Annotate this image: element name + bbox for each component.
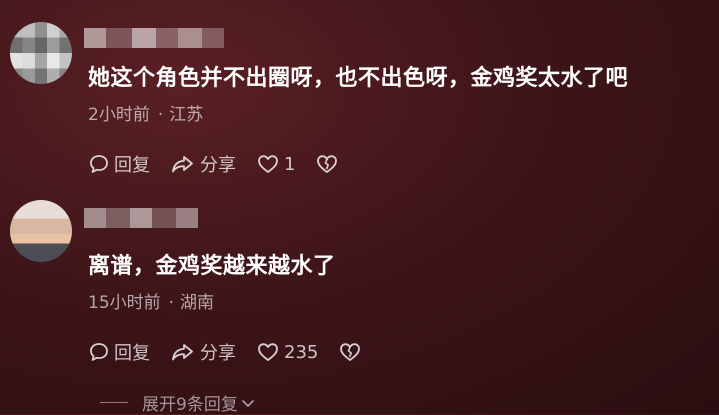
meta-separator: ·	[157, 105, 164, 125]
avatar[interactable]	[10, 22, 72, 84]
reply-button[interactable]: 回复	[88, 339, 150, 365]
reply-label: 回复	[114, 343, 150, 364]
share-button[interactable]: 分享	[170, 151, 236, 177]
reply-label: 回复	[114, 155, 150, 176]
like-count: 1	[284, 153, 296, 175]
reply-button[interactable]: 回复	[88, 151, 150, 177]
broken-heart-icon	[317, 155, 338, 173]
like-count: 235	[284, 341, 319, 363]
share-button[interactable]: 分享	[170, 339, 236, 365]
comment-item: 离谱，金鸡奖越来越水了 15小时前 · 湖南 回复 分享 235	[0, 190, 719, 380]
like-button[interactable]: 1	[256, 153, 295, 175]
dislike-button[interactable]	[338, 341, 366, 363]
username-blurred[interactable]	[84, 28, 224, 48]
like-button[interactable]: 235	[256, 341, 318, 363]
username-blurred[interactable]	[84, 208, 198, 228]
comment-time: 2小时前	[88, 105, 150, 125]
comment-text[interactable]: 她这个角色并不出圈呀，也不出色呀，金鸡奖太水了吧	[88, 64, 628, 94]
avatar[interactable]	[10, 200, 72, 262]
comment-section: 她这个角色并不出圈呀，也不出色呀，金鸡奖太水了吧 2小时前·江苏 回复 分享	[0, 0, 719, 415]
share-arrow-icon	[172, 344, 193, 361]
broken-heart-icon	[340, 343, 361, 361]
comment-text[interactable]: 离谱，金鸡奖越来越水了	[88, 252, 336, 282]
chevron-down-icon	[242, 399, 254, 407]
expand-divider	[100, 402, 128, 403]
meta-separator: ·	[168, 293, 175, 313]
comment-item: 她这个角色并不出圈呀，也不出色呀，金鸡奖太水了吧 2小时前 ·江苏 回复 分享	[0, 0, 719, 190]
share-label: 分享	[200, 343, 236, 364]
share-arrow-icon	[172, 156, 193, 173]
comment-actions: 回复 分享 1	[88, 150, 363, 178]
comment-location: 江苏	[169, 105, 204, 125]
comment-actions: 回复 分享 235	[88, 338, 386, 366]
comment-meta: 2小时前 · 江苏	[88, 104, 203, 126]
comment-location: 湖南	[180, 293, 215, 313]
share-label: 分享	[200, 155, 236, 176]
speech-bubble-icon	[90, 343, 108, 361]
heart-outline-icon	[258, 155, 278, 173]
comment-time: 15小时前	[88, 293, 161, 313]
heart-outline-icon	[258, 343, 278, 361]
comment-meta: 15小时前 · 湖南	[88, 292, 214, 314]
dislike-button[interactable]	[315, 153, 343, 175]
expand-label: 展开9条回复	[142, 395, 238, 415]
expand-replies-button[interactable]: 展开9条回复	[100, 390, 256, 415]
speech-bubble-icon	[90, 155, 108, 173]
